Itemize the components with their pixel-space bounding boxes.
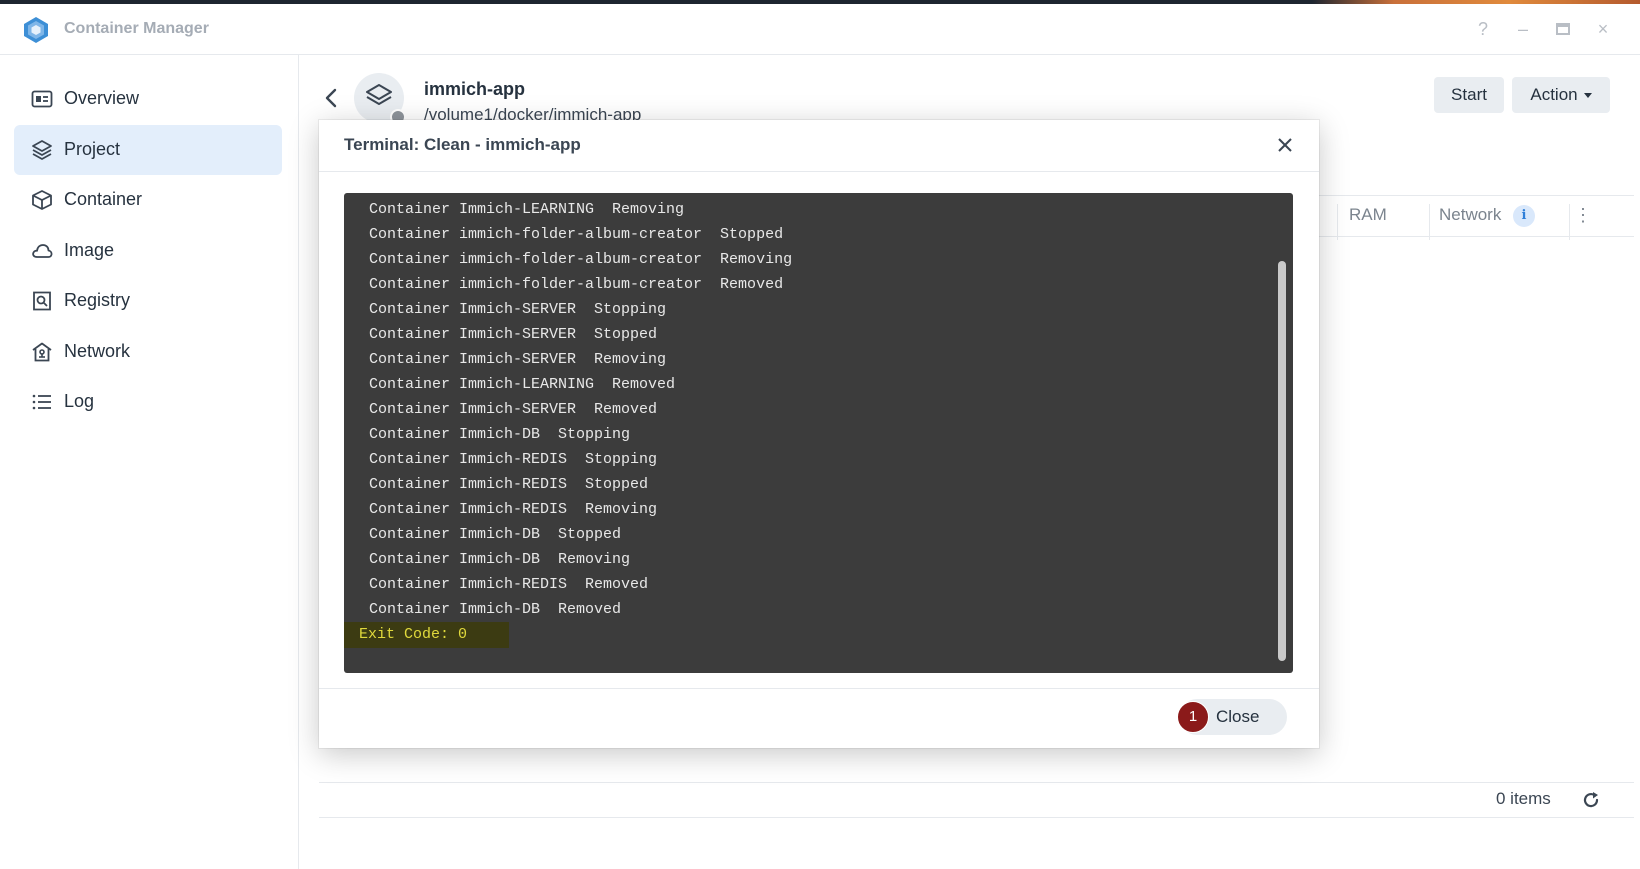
maximize-icon[interactable]	[1552, 18, 1574, 40]
start-button[interactable]: Start	[1434, 77, 1504, 113]
column-divider	[1337, 204, 1338, 240]
sidebar-item-label: Log	[64, 391, 95, 411]
exit-code-line: Exit Code: 0	[344, 622, 509, 648]
terminal-line: Container Immich-REDIS Stopped	[369, 476, 649, 493]
items-count: 0 items	[1496, 789, 1551, 808]
container-icon	[32, 190, 52, 210]
sidebar-item-registry[interactable]: Registry	[14, 276, 282, 326]
terminal-line: Container Immich-SERVER Stopping	[369, 301, 667, 318]
action-button-label: Action	[1530, 85, 1578, 104]
terminal-line: Container Immich-SERVER Removed	[369, 401, 658, 418]
title-bar: Container Manager ? – ×	[0, 4, 1640, 55]
terminal-line: Container Immich-LEARNING Removing	[369, 201, 685, 218]
sidebar-item-label: Project	[64, 139, 121, 159]
terminal-lines: Container Immich-LEARNING Removing Contai…	[369, 197, 792, 622]
step-badge: 1	[1177, 701, 1209, 733]
sidebar: Overview Project Container Image Registr…	[0, 55, 299, 869]
terminal-line: Container Immich-DB Removed	[369, 601, 622, 618]
action-button[interactable]: Action	[1512, 77, 1610, 113]
network-icon	[32, 342, 52, 362]
terminal-dialog: Terminal: Clean - immich-app Container I…	[319, 120, 1319, 748]
terminal-line: Container Immich-SERVER Removing	[369, 351, 667, 368]
terminal-line: Container Immich-REDIS Removed	[369, 576, 649, 593]
dialog-divider	[319, 688, 1319, 689]
footer-divider	[319, 782, 1634, 783]
sidebar-item-image[interactable]: Image	[14, 226, 282, 276]
column-divider	[1569, 204, 1570, 240]
terminal-line: Container Immich-LEARNING Removed	[369, 376, 676, 393]
terminal-line: Container Immich-DB Removing	[369, 551, 631, 568]
chevron-down-icon	[1583, 93, 1592, 99]
refresh-icon[interactable]	[1581, 790, 1601, 810]
dialog-close-icon[interactable]	[1274, 134, 1296, 156]
sidebar-item-label: Network	[64, 341, 131, 361]
close-button-label: Close	[1216, 707, 1260, 726]
footer-divider	[319, 817, 1634, 818]
terminal-output[interactable]: Container Immich-LEARNING Removing Contai…	[344, 193, 1293, 673]
sidebar-item-label: Container	[64, 189, 143, 209]
sidebar-item-project[interactable]: Project	[14, 125, 282, 175]
sidebar-item-container[interactable]: Container	[14, 175, 282, 225]
terminal-scrollbar[interactable]	[1278, 261, 1286, 661]
more-options-icon[interactable]: ⋮	[1574, 206, 1592, 224]
terminal-line: Container Immich-DB Stopping	[369, 426, 631, 443]
container-manager-logo-icon	[24, 17, 48, 43]
sidebar-item-label: Image	[64, 240, 115, 260]
terminal-line: Container Immich-REDIS Removing	[369, 501, 658, 518]
close-window-icon[interactable]: ×	[1592, 18, 1614, 40]
project-avatar	[354, 73, 406, 125]
terminal-line: Container immich-folder-album-creator Re…	[369, 276, 784, 293]
info-icon[interactable]: i	[1513, 205, 1535, 227]
help-icon[interactable]: ?	[1472, 18, 1494, 40]
project-icon	[32, 140, 52, 160]
sidebar-item-overview[interactable]: Overview	[14, 74, 282, 124]
sidebar-item-network[interactable]: Network	[14, 327, 282, 377]
image-icon	[32, 244, 53, 258]
terminal-line: Container immich-folder-album-creator St…	[369, 226, 784, 243]
project-name: immich-app	[424, 79, 526, 99]
close-button[interactable]: 1 Close	[1177, 699, 1287, 735]
log-icon	[32, 394, 51, 410]
column-divider	[1429, 204, 1430, 240]
dialog-divider	[319, 171, 1319, 172]
app-title: Container Manager	[64, 20, 209, 37]
back-arrow-icon[interactable]	[321, 85, 343, 111]
sidebar-item-label: Registry	[64, 290, 131, 310]
terminal-line: Container Immich-SERVER Stopped	[369, 326, 658, 343]
sidebar-item-log[interactable]: Log	[14, 377, 282, 427]
column-network[interactable]: Network	[1439, 205, 1501, 225]
terminal-line: Container immich-folder-album-creator Re…	[369, 251, 793, 268]
column-ram[interactable]: RAM	[1349, 205, 1387, 225]
sidebar-item-label: Overview	[64, 88, 140, 108]
terminal-line: Container Immich-REDIS Stopping	[369, 451, 658, 468]
dialog-title: Terminal: Clean - immich-app	[344, 135, 581, 154]
terminal-line: Container Immich-DB Stopped	[369, 526, 622, 543]
minimize-icon[interactable]: –	[1512, 18, 1534, 40]
registry-icon	[33, 291, 51, 311]
overview-icon	[31, 90, 53, 108]
